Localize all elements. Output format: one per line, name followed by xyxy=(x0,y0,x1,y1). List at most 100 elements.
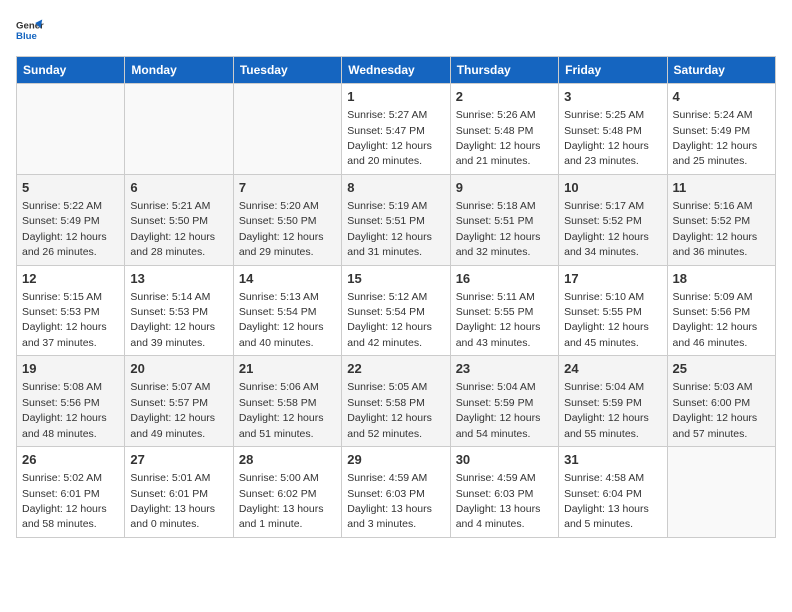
day-number: 31 xyxy=(564,451,661,469)
day-info: Sunrise: 5:01 AMSunset: 6:01 PMDaylight:… xyxy=(130,472,215,530)
day-number: 19 xyxy=(22,360,119,378)
day-cell: 22 Sunrise: 5:05 AMSunset: 5:58 PMDayligh… xyxy=(342,356,450,447)
day-info: Sunrise: 5:24 AMSunset: 5:49 PMDaylight:… xyxy=(673,109,758,167)
day-cell xyxy=(125,84,233,175)
day-cell: 18 Sunrise: 5:09 AMSunset: 5:56 PMDayligh… xyxy=(667,265,775,356)
day-number: 4 xyxy=(673,88,770,106)
day-cell: 14 Sunrise: 5:13 AMSunset: 5:54 PMDayligh… xyxy=(233,265,341,356)
day-number: 5 xyxy=(22,179,119,197)
day-info: Sunrise: 5:06 AMSunset: 5:58 PMDaylight:… xyxy=(239,381,324,439)
week-row-4: 19 Sunrise: 5:08 AMSunset: 5:56 PMDayligh… xyxy=(17,356,776,447)
col-header-friday: Friday xyxy=(559,57,667,84)
day-info: Sunrise: 4:59 AMSunset: 6:03 PMDaylight:… xyxy=(456,472,541,530)
day-cell: 2 Sunrise: 5:26 AMSunset: 5:48 PMDaylight… xyxy=(450,84,558,175)
week-row-2: 5 Sunrise: 5:22 AMSunset: 5:49 PMDaylight… xyxy=(17,174,776,265)
day-number: 26 xyxy=(22,451,119,469)
day-info: Sunrise: 5:03 AMSunset: 6:00 PMDaylight:… xyxy=(673,381,758,439)
day-cell: 12 Sunrise: 5:15 AMSunset: 5:53 PMDayligh… xyxy=(17,265,125,356)
day-info: Sunrise: 5:10 AMSunset: 5:55 PMDaylight:… xyxy=(564,291,649,349)
day-info: Sunrise: 5:12 AMSunset: 5:54 PMDaylight:… xyxy=(347,291,432,349)
day-info: Sunrise: 5:04 AMSunset: 5:59 PMDaylight:… xyxy=(456,381,541,439)
day-number: 17 xyxy=(564,270,661,288)
day-info: Sunrise: 5:26 AMSunset: 5:48 PMDaylight:… xyxy=(456,109,541,167)
week-row-1: 1 Sunrise: 5:27 AMSunset: 5:47 PMDaylight… xyxy=(17,84,776,175)
day-number: 10 xyxy=(564,179,661,197)
day-number: 18 xyxy=(673,270,770,288)
col-header-tuesday: Tuesday xyxy=(233,57,341,84)
day-info: Sunrise: 5:05 AMSunset: 5:58 PMDaylight:… xyxy=(347,381,432,439)
day-cell: 29 Sunrise: 4:59 AMSunset: 6:03 PMDayligh… xyxy=(342,447,450,538)
day-cell: 1 Sunrise: 5:27 AMSunset: 5:47 PMDaylight… xyxy=(342,84,450,175)
calendar-header: SundayMondayTuesdayWednesdayThursdayFrid… xyxy=(17,57,776,84)
col-header-monday: Monday xyxy=(125,57,233,84)
day-cell: 17 Sunrise: 5:10 AMSunset: 5:55 PMDayligh… xyxy=(559,265,667,356)
day-number: 29 xyxy=(347,451,444,469)
day-info: Sunrise: 5:15 AMSunset: 5:53 PMDaylight:… xyxy=(22,291,107,349)
day-number: 22 xyxy=(347,360,444,378)
day-info: Sunrise: 5:20 AMSunset: 5:50 PMDaylight:… xyxy=(239,200,324,258)
day-cell: 24Sunrise: 5:04 AMSunset: 5:59 PMDayligh… xyxy=(559,356,667,447)
col-header-sunday: Sunday xyxy=(17,57,125,84)
day-info: Sunrise: 5:02 AMSunset: 6:01 PMDaylight:… xyxy=(22,472,107,530)
day-number: 15 xyxy=(347,270,444,288)
day-number: 2 xyxy=(456,88,553,106)
week-row-5: 26 Sunrise: 5:02 AMSunset: 6:01 PMDayligh… xyxy=(17,447,776,538)
day-cell: 13Sunrise: 5:14 AMSunset: 5:53 PMDayligh… xyxy=(125,265,233,356)
day-cell: 27 Sunrise: 5:01 AMSunset: 6:01 PMDayligh… xyxy=(125,447,233,538)
day-number: 3 xyxy=(564,88,661,106)
day-number: 12 xyxy=(22,270,119,288)
col-header-wednesday: Wednesday xyxy=(342,57,450,84)
day-info: Sunrise: 4:58 AMSunset: 6:04 PMDaylight:… xyxy=(564,472,649,530)
calendar-body: 1 Sunrise: 5:27 AMSunset: 5:47 PMDaylight… xyxy=(17,84,776,538)
day-cell: 31 Sunrise: 4:58 AMSunset: 6:04 PMDayligh… xyxy=(559,447,667,538)
day-number: 8 xyxy=(347,179,444,197)
day-cell: 3Sunrise: 5:25 AMSunset: 5:48 PMDaylight… xyxy=(559,84,667,175)
day-cell: 30 Sunrise: 4:59 AMSunset: 6:03 PMDayligh… xyxy=(450,447,558,538)
day-info: Sunrise: 5:11 AMSunset: 5:55 PMDaylight:… xyxy=(456,291,541,349)
day-number: 23 xyxy=(456,360,553,378)
day-number: 11 xyxy=(673,179,770,197)
day-number: 16 xyxy=(456,270,553,288)
col-header-saturday: Saturday xyxy=(667,57,775,84)
day-cell xyxy=(233,84,341,175)
day-cell: 7Sunrise: 5:20 AMSunset: 5:50 PMDaylight… xyxy=(233,174,341,265)
day-cell: 8 Sunrise: 5:19 AMSunset: 5:51 PMDaylight… xyxy=(342,174,450,265)
day-info: Sunrise: 5:18 AMSunset: 5:51 PMDaylight:… xyxy=(456,200,541,258)
day-cell: 4 Sunrise: 5:24 AMSunset: 5:49 PMDaylight… xyxy=(667,84,775,175)
day-info: Sunrise: 5:27 AMSunset: 5:47 PMDaylight:… xyxy=(347,109,432,167)
day-number: 30 xyxy=(456,451,553,469)
logo: General Blue xyxy=(16,16,44,44)
day-number: 28 xyxy=(239,451,336,469)
day-info: Sunrise: 5:16 AMSunset: 5:52 PMDaylight:… xyxy=(673,200,758,258)
day-cell: 19 Sunrise: 5:08 AMSunset: 5:56 PMDayligh… xyxy=(17,356,125,447)
day-cell: 28Sunrise: 5:00 AMSunset: 6:02 PMDayligh… xyxy=(233,447,341,538)
day-info: Sunrise: 4:59 AMSunset: 6:03 PMDaylight:… xyxy=(347,472,432,530)
day-cell: 26 Sunrise: 5:02 AMSunset: 6:01 PMDayligh… xyxy=(17,447,125,538)
col-header-thursday: Thursday xyxy=(450,57,558,84)
day-info: Sunrise: 5:08 AMSunset: 5:56 PMDaylight:… xyxy=(22,381,107,439)
day-number: 24 xyxy=(564,360,661,378)
day-info: Sunrise: 5:17 AMSunset: 5:52 PMDaylight:… xyxy=(564,200,649,258)
day-cell: 6Sunrise: 5:21 AMSunset: 5:50 PMDaylight… xyxy=(125,174,233,265)
day-number: 14 xyxy=(239,270,336,288)
day-number: 21 xyxy=(239,360,336,378)
day-cell xyxy=(667,447,775,538)
day-cell: 20Sunrise: 5:07 AMSunset: 5:57 PMDayligh… xyxy=(125,356,233,447)
day-number: 13 xyxy=(130,270,227,288)
day-cell: 21 Sunrise: 5:06 AMSunset: 5:58 PMDayligh… xyxy=(233,356,341,447)
day-number: 20 xyxy=(130,360,227,378)
header-row: SundayMondayTuesdayWednesdayThursdayFrid… xyxy=(17,57,776,84)
day-number: 27 xyxy=(130,451,227,469)
day-info: Sunrise: 5:21 AMSunset: 5:50 PMDaylight:… xyxy=(130,200,215,258)
day-cell: 11 Sunrise: 5:16 AMSunset: 5:52 PMDayligh… xyxy=(667,174,775,265)
day-info: Sunrise: 5:22 AMSunset: 5:49 PMDaylight:… xyxy=(22,200,107,258)
day-cell: 25Sunrise: 5:03 AMSunset: 6:00 PMDayligh… xyxy=(667,356,775,447)
day-number: 1 xyxy=(347,88,444,106)
day-cell: 23 Sunrise: 5:04 AMSunset: 5:59 PMDayligh… xyxy=(450,356,558,447)
day-info: Sunrise: 5:19 AMSunset: 5:51 PMDaylight:… xyxy=(347,200,432,258)
svg-text:Blue: Blue xyxy=(16,31,37,42)
day-cell: 5 Sunrise: 5:22 AMSunset: 5:49 PMDaylight… xyxy=(17,174,125,265)
day-info: Sunrise: 5:13 AMSunset: 5:54 PMDaylight:… xyxy=(239,291,324,349)
day-info: Sunrise: 5:09 AMSunset: 5:56 PMDaylight:… xyxy=(673,291,758,349)
logo-icon: General Blue xyxy=(16,16,44,44)
